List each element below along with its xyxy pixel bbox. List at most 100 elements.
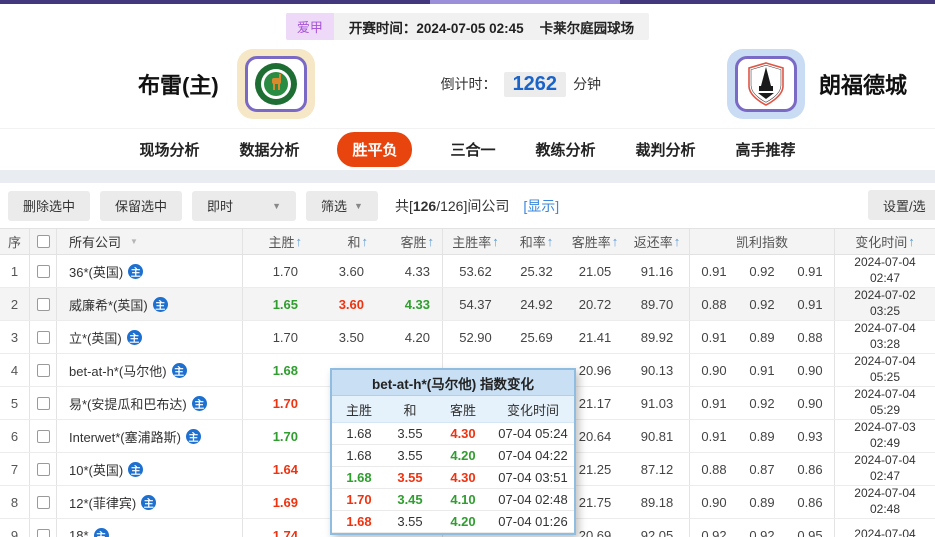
company-cell[interactable]: 12*(菲律宾) 主	[57, 486, 243, 518]
header-away-rate[interactable]: 客胜率 ↑	[565, 229, 625, 254]
odds-cell[interactable]: 1.74	[243, 519, 310, 537]
rate-cell: 90.81	[625, 420, 690, 452]
rate-cell: 92.05	[625, 519, 690, 537]
company-cell[interactable]: 威廉希*(英国) 主	[57, 288, 243, 320]
kelly-cell: 0.86	[786, 453, 835, 485]
tab-data-analysis[interactable]: 数据分析	[237, 132, 301, 167]
company-cell[interactable]: 10*(英国) 主	[57, 453, 243, 485]
company-name: 12*(菲律宾)	[69, 495, 137, 511]
company-cell[interactable]: 易*(安提瓜和巴布达) 主	[57, 387, 243, 419]
table-row[interactable]: 2 威廉希*(英国) 主 1.65 3.60 4.33 54.37 24.92 20.72 89.…	[0, 288, 935, 321]
odds-cell[interactable]: 3.50	[310, 321, 376, 353]
kelly-cell: 0.88	[786, 321, 835, 353]
kelly-cell: 0.92	[749, 263, 775, 279]
header-draw-rate[interactable]: 和率 ↑	[508, 229, 565, 254]
odds-cell[interactable]: 1.70	[243, 420, 310, 452]
change-date: 2024-07-03	[854, 420, 916, 435]
header-draw-odds[interactable]: 和 ↑	[310, 229, 376, 254]
tab-referee-analysis[interactable]: 裁判分析	[634, 132, 698, 167]
table-row[interactable]: 3 立*(英国) 主 1.70 3.50 4.20 52.90 25.69 21.41 89.92…	[0, 321, 935, 354]
kelly-cell: 0.91	[786, 288, 835, 320]
change-date: 2024-07-04	[854, 527, 916, 537]
row-checkbox[interactable]	[36, 363, 50, 377]
select-all-checkbox[interactable]	[36, 235, 50, 248]
home-mark-icon: 主	[126, 329, 142, 345]
odds-cell[interactable]: 1.69	[243, 486, 310, 518]
live-odds-dropdown[interactable]: 即时 ▼	[192, 190, 297, 221]
odds-cell[interactable]: 1.64	[243, 453, 310, 485]
row-checkbox[interactable]	[36, 330, 50, 344]
popup-header-away: 客胜	[449, 402, 476, 418]
odds-cell[interactable]: 1.70	[243, 321, 310, 353]
popup-header-draw: 和	[403, 402, 417, 418]
match-info-bar: 爱甲 开赛时间：2024-07-05 02:45 卡莱尔庭园球场	[0, 4, 935, 40]
settings-button[interactable]: 设置/选	[868, 190, 935, 220]
header-return-rate[interactable]: 返还率 ↑	[625, 229, 690, 254]
row-checkbox[interactable]	[36, 396, 50, 410]
rate-cell: 53.62	[459, 263, 492, 279]
rate-cell: 89.18	[625, 486, 690, 518]
company-cell[interactable]: 18* 主	[57, 519, 243, 537]
company-cell[interactable]: 36*(英国) 主	[57, 255, 243, 287]
teams-row: 布雷(主) 倒计时： 1262 分钟 朗福德城	[0, 45, 935, 123]
live-odds-dropdown-value: 即时	[207, 199, 234, 214]
change-date: 2024-07-02	[854, 288, 916, 303]
odds-cell[interactable]: 3.60	[310, 288, 376, 320]
header-home-odds[interactable]: 主胜 ↑	[243, 229, 310, 254]
company-cell[interactable]: Interwet*(塞浦路斯) 主	[57, 420, 243, 452]
away-crest-icon	[748, 62, 784, 106]
table-row[interactable]: 1 36*(英国) 主 1.70 3.60 4.33 53.62 25.32 21.05 91.1…	[0, 255, 935, 288]
delete-selected-button[interactable]: 删除选中	[8, 190, 91, 221]
row-checkbox[interactable]	[36, 429, 50, 443]
company-name: 立*(英国)	[69, 330, 122, 346]
odds-cell[interactable]: 4.33	[376, 255, 443, 287]
keep-selected-button[interactable]: 保留选中	[100, 190, 183, 221]
away-team-logo	[726, 49, 805, 119]
tab-win-draw-loss[interactable]: 胜平负	[337, 132, 413, 167]
kelly-cell: 0.92	[749, 395, 775, 411]
header-change-time[interactable]: 变化时间 ↑	[835, 229, 935, 254]
filter-arrow-icon[interactable]: ▼	[130, 237, 138, 246]
header-kelly-index[interactable]: 凯利指数	[690, 229, 835, 254]
popup-odds-cell: 1.68	[346, 514, 372, 529]
odds-cell[interactable]: 1.70	[243, 255, 310, 287]
row-checkbox[interactable]	[36, 528, 50, 537]
kelly-cell: 0.87	[749, 461, 775, 477]
filter-dropdown[interactable]: 筛选 ▼	[306, 190, 378, 221]
tab-expert-picks[interactable]: 高手推荐	[734, 132, 798, 167]
row-checkbox[interactable]	[36, 495, 50, 509]
header-home-rate[interactable]: 主胜率 ↑	[443, 229, 508, 254]
tab-coach-analysis[interactable]: 教练分析	[534, 132, 598, 167]
show-link[interactable]: [显示]	[523, 196, 559, 216]
popup-odds-cell: 4.20	[450, 514, 476, 529]
kelly-cell: 0.90	[701, 362, 727, 378]
odds-cell[interactable]: 1.65	[243, 288, 310, 320]
change-time-cell: 2024-07-04	[835, 519, 935, 537]
header-away-odds[interactable]: 客胜 ↑	[376, 229, 443, 254]
row-checkbox[interactable]	[36, 462, 50, 476]
countdown-unit: 分钟	[573, 76, 602, 92]
company-name: 易*(安提瓜和巴布达)	[69, 396, 187, 412]
popup-odds-cell: 1.68	[346, 448, 372, 463]
odds-cell[interactable]: 3.60	[310, 255, 376, 287]
odds-cell[interactable]: 1.68	[243, 354, 310, 386]
odds-cell[interactable]: 4.20	[376, 321, 443, 353]
odds-cell[interactable]: 1.70	[243, 387, 310, 419]
popup-history-row: 1.68 3.55 4.20 07-04 01:26	[332, 511, 574, 533]
odds-cell[interactable]: 4.33	[376, 288, 443, 320]
page: 爱甲 开赛时间：2024-07-05 02:45 卡莱尔庭园球场 布雷(主) 倒…	[0, 0, 935, 537]
match-info-pill: 爱甲 开赛时间：2024-07-05 02:45 卡莱尔庭园球场	[285, 13, 650, 40]
header-company[interactable]: 所有公司 ▼	[57, 229, 243, 254]
company-cell[interactable]: 立*(英国) 主	[57, 321, 243, 353]
section-divider-band	[0, 170, 935, 183]
home-mark-icon: 主	[128, 461, 144, 477]
home-logo-frame	[244, 56, 307, 112]
tab-three-in-one[interactable]: 三合一	[448, 132, 497, 167]
company-cell[interactable]: bet-at-h*(马尔他) 主	[57, 354, 243, 386]
row-seq: 2	[0, 288, 30, 320]
tab-live-analysis[interactable]: 现场分析	[137, 132, 201, 167]
row-checkbox[interactable]	[36, 264, 50, 278]
row-checkbox[interactable]	[36, 297, 50, 311]
company-name: 36*(英国)	[69, 264, 124, 280]
company-name: bet-at-h*(马尔他)	[69, 363, 167, 379]
